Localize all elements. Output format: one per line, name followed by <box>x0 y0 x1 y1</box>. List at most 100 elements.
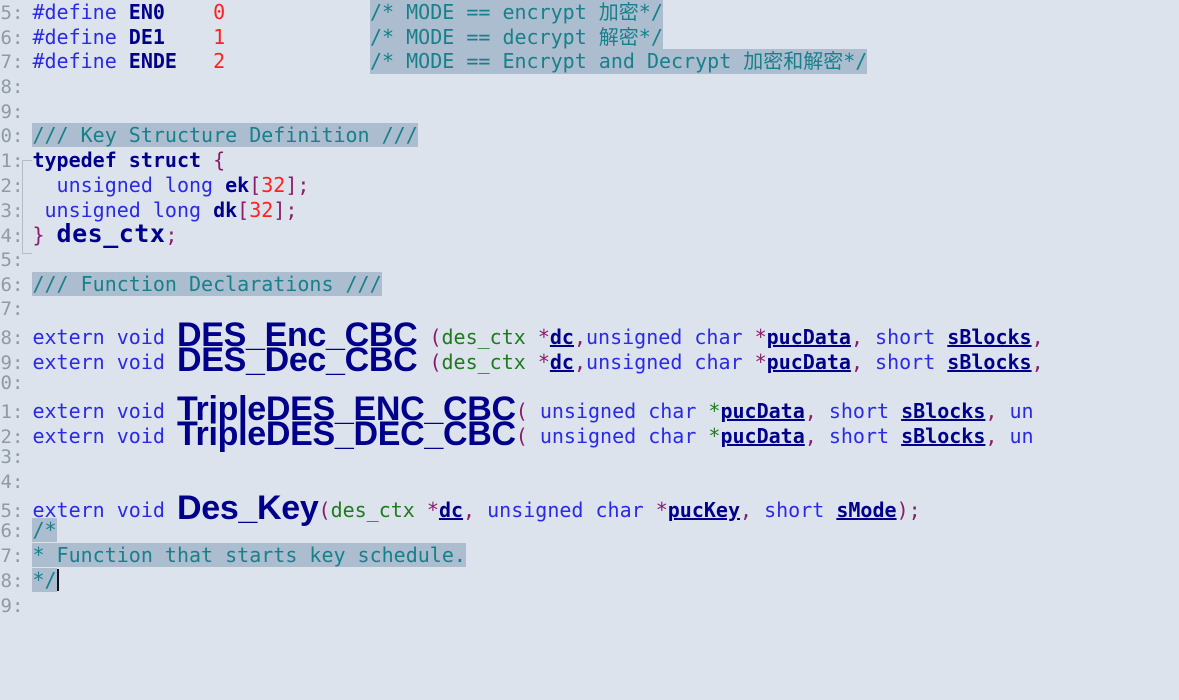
code-line[interactable]: 9: <box>0 99 1179 124</box>
line-number-colon: : <box>12 298 24 321</box>
code-line[interactable]: 3: <box>0 444 1179 469</box>
line-number: 7 <box>0 298 12 321</box>
code-content[interactable]: #define DE1 1 <box>23 25 225 50</box>
line-number: 0 <box>0 372 12 395</box>
code-line[interactable]: 0: /// Key Structure Definition /// <box>0 123 1179 148</box>
code-line[interactable]: 7: #define ENDE 2 /* MODE == Encrypt and D… <box>0 49 1179 75</box>
code-token: [ <box>249 172 262 197</box>
code-line[interactable]: 5: extern void Des_Key(des_ctx *dc, unsig… <box>0 491 1179 525</box>
code-token: #define <box>32 49 129 74</box>
text-cursor <box>56 568 59 591</box>
line-number-colon: : <box>12 76 24 99</box>
code-token: unsigned long <box>32 172 226 197</box>
code-token: } <box>32 223 45 248</box>
code-line[interactable]: 6: /* <box>0 518 1179 543</box>
code-token: DE1 <box>128 24 165 49</box>
line-number-colon: : <box>12 199 24 222</box>
code-token: ek <box>225 172 250 197</box>
line-number-colon: : <box>12 51 24 74</box>
line-number-colon: : <box>12 569 24 592</box>
code-line[interactable]: 2: extern void TripleDES_DEC_CBC( unsigne… <box>0 417 1179 451</box>
line-number: 8 <box>0 76 12 99</box>
code-token: ; <box>165 223 178 248</box>
code-lines-container[interactable]: 5: #define EN0 0/* MODE == encrypt 加密*/6:… <box>0 0 1179 700</box>
line-number-colon: : <box>12 520 24 543</box>
line-number: 5 <box>0 248 12 271</box>
code-editor[interactable]: 5: #define EN0 0/* MODE == encrypt 加密*/6:… <box>0 0 1179 700</box>
code-line[interactable]: 9: extern void DES_Dec_CBC (des_ctx *dc,u… <box>0 343 1179 377</box>
code-token: 32 <box>261 172 286 197</box>
code-line[interactable]: 5: <box>0 247 1179 272</box>
line-number-colon: : <box>12 100 24 123</box>
code-line[interactable]: 8: <box>0 74 1179 99</box>
code-content[interactable]: unsigned long ek[32]; <box>23 172 310 198</box>
code-token: ] <box>285 172 298 197</box>
code-token: [ <box>237 197 250 222</box>
line-number-colon: : <box>12 471 24 494</box>
line-number: 7 <box>0 545 12 568</box>
code-line[interactable]: 3: unsigned long dk[32]; <box>0 198 1179 223</box>
line-number: 3 <box>0 199 12 222</box>
line-number: 2 <box>0 174 12 197</box>
code-token: #define <box>32 0 129 24</box>
code-content[interactable]: #define EN0 0 <box>23 0 225 25</box>
code-token: dk <box>213 197 238 222</box>
line-number: 1 <box>0 150 12 173</box>
line-number-colon: : <box>12 273 24 296</box>
code-content[interactable]: /// Key Structure Definition /// <box>23 123 418 148</box>
line-number-colon: : <box>12 372 24 395</box>
line-number: 8 <box>0 569 12 592</box>
line-number-colon: : <box>12 174 24 197</box>
code-token: ENDE <box>128 49 177 74</box>
line-number: 6 <box>0 26 12 49</box>
code-token: ; <box>297 172 310 197</box>
code-comment: /// Key Structure Definition /// <box>32 123 418 148</box>
line-number: 9 <box>0 100 12 123</box>
code-line[interactable]: 5: #define EN0 0/* MODE == encrypt 加密*/ <box>0 0 1179 25</box>
trailing-comment: /* MODE == Encrypt and Decrypt 加密和解密*/ <box>370 49 868 75</box>
line-number-colon: : <box>12 150 24 173</box>
code-token: #define <box>32 24 129 49</box>
code-content[interactable]: typedef struct { <box>23 148 225 173</box>
code-line[interactable]: 1: typedef struct { <box>0 148 1179 173</box>
line-number-colon: : <box>12 594 24 617</box>
code-line[interactable]: 6: #define DE1 1 /* MODE == decrypt 解密*/ <box>0 24 1179 50</box>
line-number: 7 <box>0 51 12 74</box>
line-number: 6 <box>0 520 12 543</box>
code-line[interactable]: 4:} des_ctx; <box>0 219 1179 249</box>
trailing-comment: /* MODE == decrypt 解密*/ <box>370 24 663 50</box>
code-line[interactable]: 9: <box>0 593 1179 618</box>
code-content[interactable]: /// Function Declarations /// <box>23 271 382 297</box>
code-line[interactable]: 8: */ <box>0 567 1179 593</box>
line-number: 6 <box>0 273 12 296</box>
code-token: EN0 <box>128 0 165 24</box>
code-content[interactable]: * Function that starts key schedule. <box>23 543 466 568</box>
line-number-colon: : <box>12 2 24 24</box>
code-content[interactable]: #define ENDE 2 <box>23 49 225 74</box>
line-number-colon: : <box>12 545 24 568</box>
code-line[interactable]: 7: * Function that starts key schedule. <box>0 543 1179 568</box>
line-number: 4 <box>0 471 12 494</box>
code-comment: /// Function Declarations /// <box>32 271 382 296</box>
line-number-colon: : <box>12 26 24 49</box>
code-content[interactable]: */ <box>23 567 59 593</box>
line-number: 0 <box>0 125 12 148</box>
line-number: 4 <box>0 225 12 248</box>
code-token: 32 <box>249 197 274 222</box>
code-token: ; <box>285 197 298 222</box>
line-number-colon: : <box>12 248 24 271</box>
code-content[interactable]: /* <box>23 518 57 543</box>
code-token: typedef struct <box>32 148 214 173</box>
code-token: des_ctx <box>56 219 166 249</box>
code-line[interactable]: 2: unsigned long ek[32]; <box>0 173 1179 198</box>
line-number-colon: : <box>12 446 24 469</box>
code-content[interactable]: } des_ctx; <box>23 219 178 249</box>
code-token: { <box>213 148 226 173</box>
code-line[interactable]: 6: /// Function Declarations /// <box>0 271 1179 297</box>
code-token: 0 <box>213 0 226 24</box>
line-number-colon: : <box>12 225 24 248</box>
